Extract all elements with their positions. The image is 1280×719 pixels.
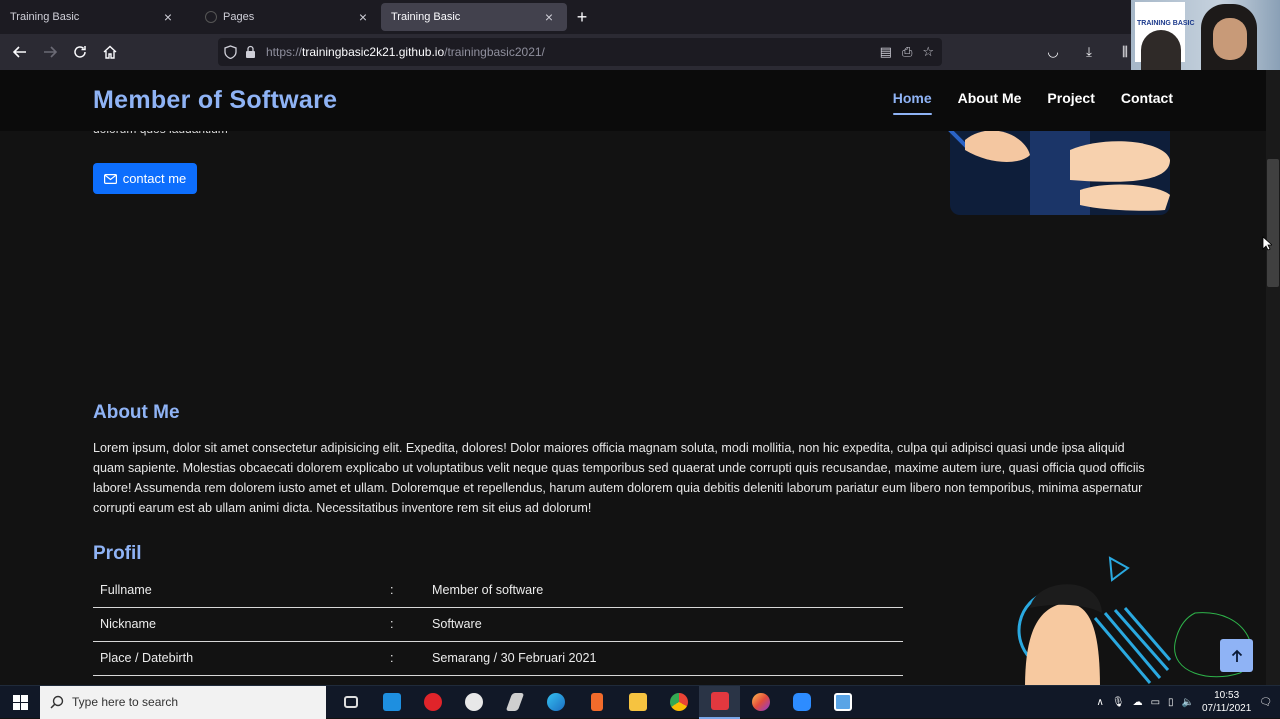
back-arrow-icon <box>13 46 26 58</box>
home-button[interactable] <box>95 37 125 67</box>
vivaldi-icon[interactable] <box>699 685 740 719</box>
xbox-icon[interactable] <box>453 686 494 719</box>
envelope-icon <box>103 173 117 184</box>
clock-date: 07/11/2021 <box>1201 703 1252 714</box>
reload-button[interactable] <box>65 37 95 67</box>
search-icon <box>50 695 64 709</box>
cloud-icon[interactable]: ☁ <box>1133 697 1143 708</box>
lock-icon[interactable] <box>245 45 256 59</box>
browser-tab-strip: Training Basic × Pages × Training Basic … <box>0 0 1280 34</box>
profil-separator: : <box>383 573 425 608</box>
scroll-to-top-button[interactable] <box>1220 639 1253 672</box>
site-header: Member of Software Home About Me Project… <box>0 70 1266 131</box>
volume-icon[interactable]: 🔈 <box>1182 697 1194 708</box>
profil-label: Nickname <box>93 607 383 642</box>
nav-contact[interactable]: Contact <box>1121 90 1173 106</box>
tab-title: Training Basic <box>10 11 80 23</box>
reload-icon <box>74 46 86 58</box>
translate-icon[interactable]: ⎙ <box>902 44 912 60</box>
bookmark-star-icon[interactable]: ☆ <box>922 44 934 60</box>
forward-arrow-icon <box>44 46 57 58</box>
url-host: trainingbasic2k21.github.io <box>302 45 445 59</box>
forward-button[interactable] <box>35 37 65 67</box>
profil-heading: Profil <box>93 543 142 564</box>
pen-app-icon[interactable] <box>494 686 535 719</box>
windows-logo-icon <box>12 694 28 710</box>
page-viewport: Member of Software Home About Me Project… <box>0 70 1266 685</box>
about-me-paragraph: Lorem ipsum, dolor sit amet consectetur … <box>93 441 1145 515</box>
tab-title: Training Basic <box>391 11 461 23</box>
site-brand[interactable]: Member of Software <box>93 86 337 115</box>
url-prefix: https:// <box>266 45 303 59</box>
edge-icon[interactable] <box>535 686 576 719</box>
chrome-icon[interactable] <box>658 686 699 719</box>
table-row: Place / Datebirth : Semarang / 30 Februa… <box>93 641 903 676</box>
microphone-icon[interactable]: 🎙 <box>1112 697 1125 708</box>
site-nav: Home About Me Project Contact <box>892 90 1173 115</box>
network-icon[interactable]: ▭ <box>1151 697 1160 708</box>
chevron-up-icon[interactable]: ∧ <box>1097 697 1104 708</box>
profil-table: Fullname : Member of software Nickname :… <box>93 573 903 676</box>
about-me-heading: About Me <box>93 402 180 423</box>
profil-label: Place / Datebirth <box>93 641 383 676</box>
mail-icon[interactable] <box>371 686 412 719</box>
arrow-up-icon <box>1231 649 1242 662</box>
webcam-banner-text: TRAINING BASIC <box>1137 20 1195 27</box>
table-row: Nickname : Software <box>93 607 903 642</box>
shield-icon[interactable] <box>224 45 237 59</box>
file-explorer-icon[interactable] <box>617 686 658 719</box>
nav-home[interactable]: Home <box>892 90 932 115</box>
home-icon <box>103 45 117 59</box>
firefox-icon[interactable] <box>740 686 781 719</box>
address-bar[interactable]: https://trainingbasic2k21.github.io/trai… <box>218 38 942 66</box>
app-icon[interactable] <box>576 686 617 719</box>
webcam-face <box>1213 18 1247 60</box>
profil-value: Member of software <box>425 573 903 608</box>
close-icon[interactable]: × <box>355 9 371 25</box>
close-icon[interactable]: × <box>541 9 557 25</box>
profil-value: Software <box>425 607 903 642</box>
opera-icon[interactable] <box>412 686 453 719</box>
nav-about-me[interactable]: About Me <box>958 90 1022 106</box>
loading-icon <box>205 11 217 23</box>
new-tab-button[interactable]: + <box>567 0 597 34</box>
contact-me-label: contact me <box>122 171 187 186</box>
taskbar-search[interactable]: Type here to search <box>40 685 326 719</box>
zoom-icon[interactable] <box>781 686 822 719</box>
nav-project[interactable]: Project <box>1047 90 1094 106</box>
taskbar-search-placeholder: Type here to search <box>72 695 179 709</box>
reader-view-icon[interactable]: ▤ <box>880 44 892 60</box>
profil-separator: : <box>383 607 425 642</box>
page-scrollbar[interactable] <box>1266 70 1280 685</box>
browser-tab-2[interactable]: Pages × <box>195 0 381 34</box>
windows-taskbar: Type here to search ∧ 🎙 ☁ ▭ ▯ 🔈 10:53 07… <box>0 685 1280 719</box>
system-tray: ∧ 🎙 ☁ ▭ ▯ 🔈 10:53 07/11/2021 🗨 <box>1097 689 1280 715</box>
browser-toolbar: https://trainingbasic2k21.github.io/trai… <box>0 34 1280 70</box>
download-icon[interactable]: ⤓ <box>1074 37 1104 67</box>
url-path: /trainingbasic2021/ <box>444 45 545 59</box>
url-text[interactable]: https://trainingbasic2k21.github.io/trai… <box>266 45 545 59</box>
contact-me-button[interactable]: contact me <box>93 163 197 194</box>
task-view-icon[interactable] <box>330 686 371 719</box>
taskbar-clock[interactable]: 10:53 07/11/2021 <box>1202 689 1251 715</box>
notifications-icon[interactable]: 🗨 <box>1259 697 1272 708</box>
battery-icon[interactable]: ▯ <box>1168 697 1174 708</box>
taskbar-apps <box>330 685 863 719</box>
mouse-cursor-icon <box>1262 236 1274 254</box>
profil-separator: : <box>383 641 425 676</box>
window-app-icon[interactable] <box>822 686 863 719</box>
pocket-icon[interactable]: ◡ <box>1038 37 1068 67</box>
browser-tab-1[interactable]: Training Basic × <box>0 0 186 34</box>
close-icon[interactable]: × <box>160 9 176 25</box>
browser-tab-3[interactable]: Training Basic × <box>381 3 567 31</box>
scrollbar-thumb[interactable] <box>1267 159 1279 287</box>
profil-label: Fullname <box>93 573 383 608</box>
start-button[interactable] <box>0 686 40 719</box>
clock-time: 10:53 <box>1214 690 1240 701</box>
profil-value: Semarang / 30 Februari 2021 <box>425 641 903 676</box>
tab-title: Pages <box>223 11 255 23</box>
table-row: Fullname : Member of software <box>93 573 903 608</box>
back-button[interactable] <box>5 37 35 67</box>
